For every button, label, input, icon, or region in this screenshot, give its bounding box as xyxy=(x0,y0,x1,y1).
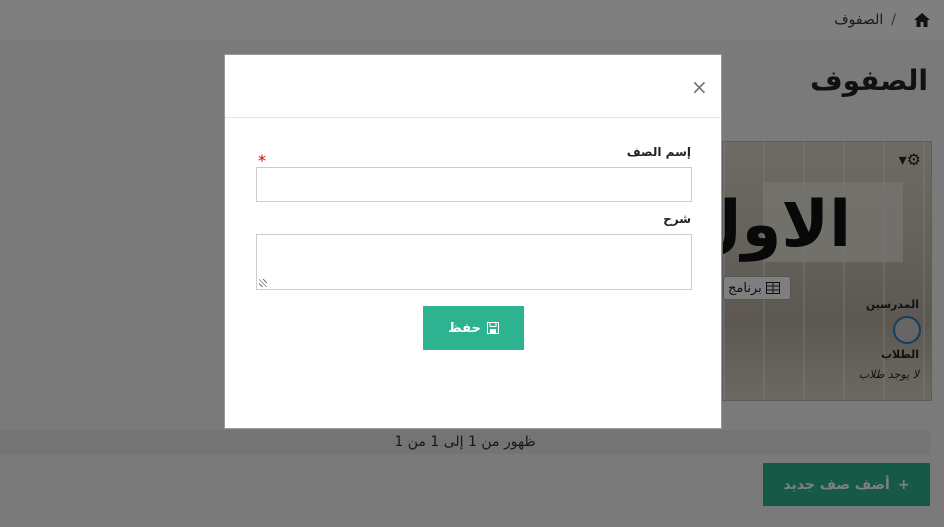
save-button[interactable]: حفظ xyxy=(423,306,524,350)
close-icon[interactable]: × xyxy=(691,77,708,97)
resize-grip-icon[interactable] xyxy=(259,279,267,287)
class-name-input[interactable] xyxy=(256,167,692,202)
save-icon xyxy=(486,322,499,334)
class-name-label: إسم الصف xyxy=(626,145,691,159)
modal-header: × xyxy=(225,55,721,118)
add-class-modal: × إسم الصف * شرح حفظ xyxy=(224,54,722,429)
description-textarea[interactable] xyxy=(256,234,692,290)
save-label: حفظ xyxy=(448,320,481,336)
description-label: شرح xyxy=(663,212,691,226)
